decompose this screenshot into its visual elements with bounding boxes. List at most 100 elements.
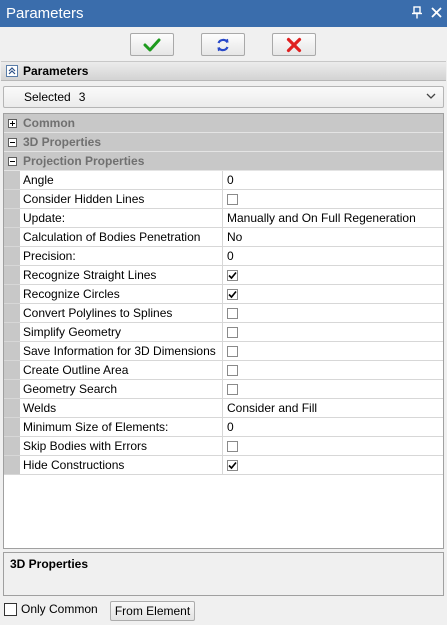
property-row[interactable]: Welds Consider and Fill: [4, 399, 443, 418]
property-row[interactable]: Convert Polylines to Splines: [4, 304, 443, 323]
group-projection-properties[interactable]: Projection Properties: [4, 152, 443, 171]
property-row[interactable]: Save Information for 3D Dimensions: [4, 342, 443, 361]
checkmark-icon: [143, 38, 161, 51]
expand-icon[interactable]: [8, 118, 17, 128]
row-gutter: [4, 190, 20, 208]
group-label: Common: [23, 116, 75, 130]
property-value-checkbox[interactable]: [223, 342, 443, 360]
group-label: Projection Properties: [23, 154, 145, 168]
only-common-checkbox[interactable]: Only Common: [4, 602, 98, 616]
window-titlebar: Parameters: [0, 0, 447, 27]
collapse-icon[interactable]: [8, 156, 17, 166]
row-gutter: [4, 437, 20, 455]
property-value[interactable]: 0: [223, 171, 443, 189]
property-row[interactable]: Minimum Size of Elements: 0: [4, 418, 443, 437]
property-value-checkbox[interactable]: [223, 456, 443, 474]
property-name: Recognize Straight Lines: [20, 266, 223, 284]
property-value-checkbox[interactable]: [223, 323, 443, 341]
property-value[interactable]: Manually and On Full Regeneration: [223, 209, 443, 227]
row-gutter: [4, 399, 20, 417]
only-common-label: Only Common: [21, 602, 98, 616]
property-name: Skip Bodies with Errors: [20, 437, 223, 455]
refresh-button[interactable]: [201, 33, 245, 56]
close-icon[interactable]: [428, 6, 444, 21]
checkbox-icon[interactable]: [227, 193, 238, 205]
property-row[interactable]: Calculation of Bodies Penetration No: [4, 228, 443, 247]
row-gutter: [4, 228, 20, 246]
chevron-down-icon: [426, 93, 436, 99]
row-gutter: [4, 342, 20, 360]
property-row[interactable]: Skip Bodies with Errors: [4, 437, 443, 456]
property-name: Simplify Geometry: [20, 323, 223, 341]
property-value-checkbox[interactable]: [223, 266, 443, 284]
property-row[interactable]: Create Outline Area: [4, 361, 443, 380]
group-3d-properties[interactable]: 3D Properties: [4, 133, 443, 152]
property-value[interactable]: 0: [223, 247, 443, 265]
property-name: Convert Polylines to Splines: [20, 304, 223, 322]
property-value-checkbox[interactable]: [223, 190, 443, 208]
row-gutter: [4, 380, 20, 398]
ok-button[interactable]: [130, 33, 174, 56]
row-gutter: [4, 304, 20, 322]
property-row[interactable]: Geometry Search: [4, 380, 443, 399]
property-row[interactable]: Recognize Circles: [4, 285, 443, 304]
property-name: Update:: [20, 209, 223, 227]
checkbox-icon[interactable]: [4, 602, 17, 616]
property-value-checkbox[interactable]: [223, 380, 443, 398]
property-row[interactable]: Consider Hidden Lines: [4, 190, 443, 209]
row-gutter: [4, 456, 20, 474]
property-value-checkbox[interactable]: [223, 285, 443, 303]
description-panel: 3D Properties: [3, 552, 444, 596]
property-name: Recognize Circles: [20, 285, 223, 303]
checkbox-icon[interactable]: [227, 307, 238, 319]
refresh-icon: [217, 38, 229, 51]
group-label: 3D Properties: [23, 135, 102, 149]
selected-dropdown[interactable]: Selected 3: [3, 86, 444, 108]
property-name: Minimum Size of Elements:: [20, 418, 223, 436]
property-row[interactable]: Recognize Straight Lines: [4, 266, 443, 285]
row-gutter: [4, 171, 20, 189]
checkbox-icon[interactable]: [227, 383, 238, 395]
property-name: Calculation of Bodies Penetration: [20, 228, 223, 246]
property-value[interactable]: 0: [223, 418, 443, 436]
property-row[interactable]: Update: Manually and On Full Regeneration: [4, 209, 443, 228]
row-gutter: [4, 418, 20, 436]
cancel-button[interactable]: [272, 33, 316, 56]
property-row[interactable]: Angle 0: [4, 171, 443, 190]
property-row[interactable]: Simplify Geometry: [4, 323, 443, 342]
property-row[interactable]: Precision: 0: [4, 247, 443, 266]
checkbox-icon[interactable]: [227, 326, 238, 338]
property-row[interactable]: Hide Constructions: [4, 456, 443, 475]
property-name: Create Outline Area: [20, 361, 223, 379]
checkbox-icon[interactable]: [227, 345, 238, 357]
property-name: Save Information for 3D Dimensions: [20, 342, 223, 360]
property-value-checkbox[interactable]: [223, 361, 443, 379]
checkbox-icon[interactable]: [227, 364, 238, 376]
property-name: Precision:: [20, 247, 223, 265]
checkbox-checked-icon[interactable]: [227, 288, 238, 300]
property-value-checkbox[interactable]: [223, 304, 443, 322]
collapse-icon[interactable]: [8, 137, 17, 147]
property-value-checkbox[interactable]: [223, 437, 443, 455]
checkbox-checked-icon[interactable]: [227, 269, 238, 281]
row-gutter: [4, 266, 20, 284]
from-element-button[interactable]: From Element: [110, 601, 195, 621]
selected-count: 3: [78, 90, 86, 104]
property-grid: Common 3D Properties Projection Properti…: [3, 113, 444, 549]
collapse-icon[interactable]: [6, 65, 18, 77]
footer: Only Common From Element: [0, 599, 447, 625]
property-value[interactable]: Consider and Fill: [223, 399, 443, 417]
property-name: Welds: [20, 399, 223, 417]
parameters-section-header[interactable]: Parameters: [1, 61, 446, 81]
window-title: Parameters: [6, 5, 84, 22]
pin-icon[interactable]: [409, 5, 425, 22]
group-common[interactable]: Common: [4, 114, 443, 133]
property-value[interactable]: No: [223, 228, 443, 246]
checkbox-checked-icon[interactable]: [227, 459, 238, 471]
row-gutter: [4, 285, 20, 303]
row-gutter: [4, 361, 20, 379]
row-gutter: [4, 323, 20, 341]
checkbox-icon[interactable]: [227, 440, 238, 452]
toolbar: [0, 27, 447, 61]
section-title: Parameters: [23, 64, 89, 78]
